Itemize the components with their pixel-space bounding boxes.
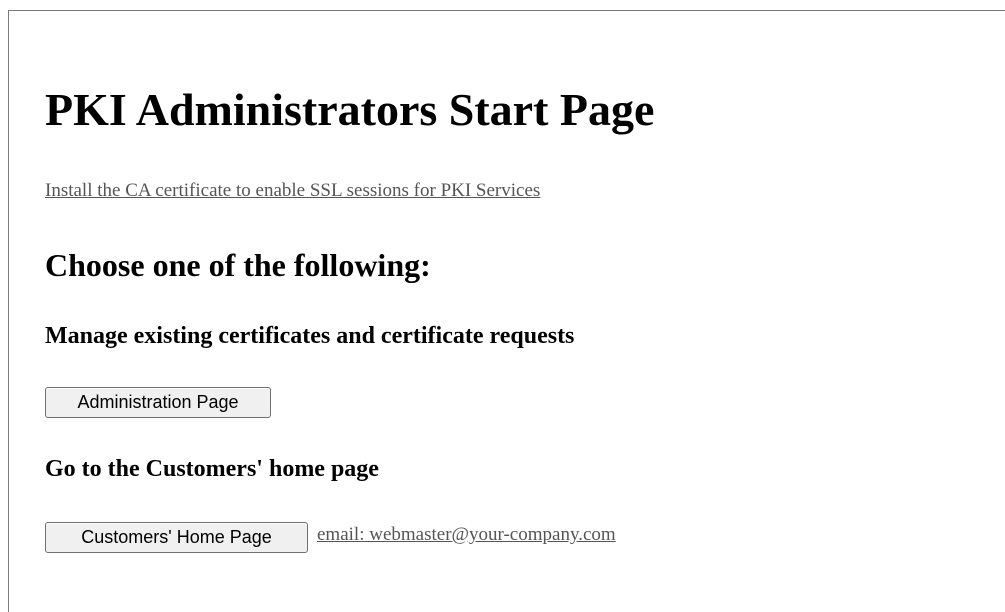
customers-home-page-button[interactable]: Customers' Home Page [45,522,308,553]
customers-home-heading: Go to the Customers' home page [45,456,379,482]
administration-page-button[interactable]: Administration Page [45,387,271,418]
install-ca-certificate-link[interactable]: Install the CA certificate to enable SSL… [45,181,540,200]
choose-heading: Choose one of the following: [45,247,431,283]
webmaster-email-link[interactable]: email: webmaster@your-company.com [317,525,616,544]
manage-certificates-heading: Manage existing certificates and certifi… [45,323,575,349]
browser-content-frame: PKI Administrators Start Page Install th… [8,10,1005,612]
page-title: PKI Administrators Start Page [45,84,655,135]
